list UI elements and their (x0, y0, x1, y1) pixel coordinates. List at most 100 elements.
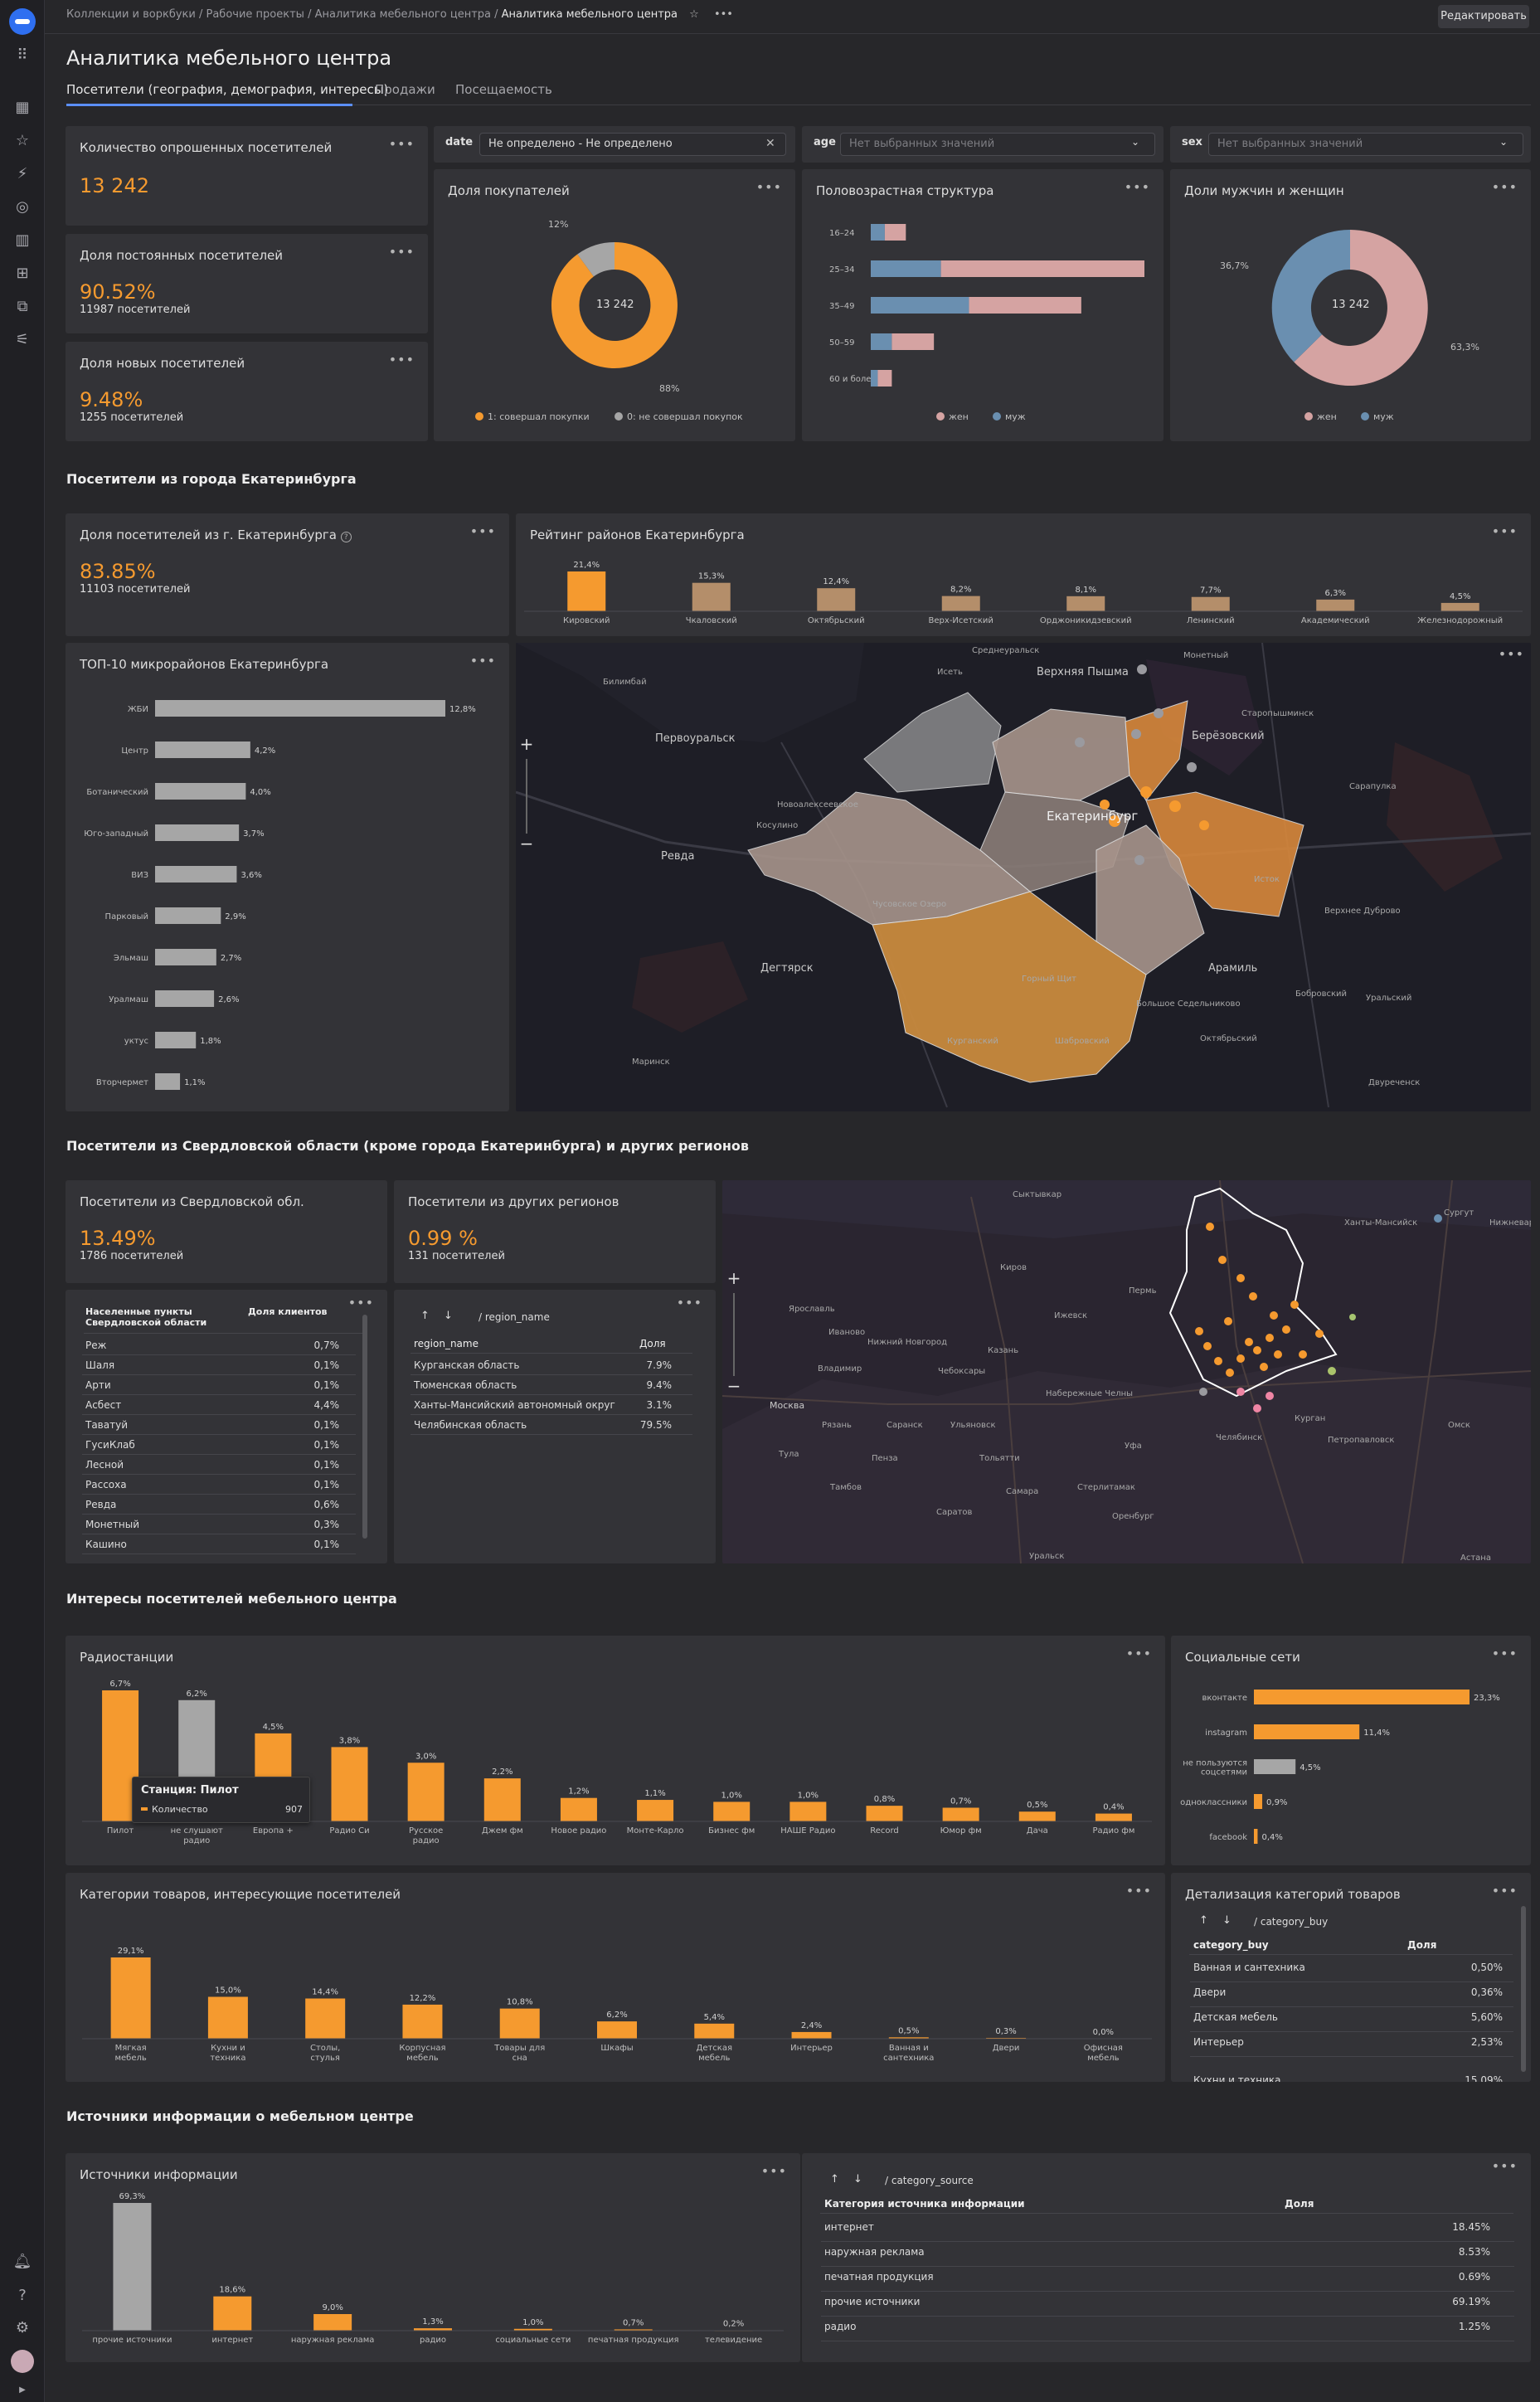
tab-sales[interactable]: Продажи (375, 82, 435, 97)
card-title: Количество опрошенных посетителей (80, 140, 333, 155)
avatar[interactable] (11, 2350, 34, 2373)
arrow-up-icon[interactable]: ↑ (420, 1310, 430, 1322)
favorites-star-icon[interactable]: ☆ (12, 131, 32, 151)
star-icon[interactable]: ☆ (689, 8, 699, 21)
more-icon[interactable]: ••• (389, 244, 415, 260)
clear-icon[interactable]: ✕ (765, 137, 775, 150)
russia-regions-map[interactable]: + − Сыктывкар Ханты-Мансийск Сургут Нижн… (722, 1180, 1531, 1563)
sex-select[interactable]: Нет выбранных значений (1208, 133, 1523, 156)
zoom-in-button[interactable]: + (517, 734, 536, 754)
map-label: Дегтярск (760, 962, 814, 975)
settings-gear-icon[interactable]: ⚙ (12, 2318, 32, 2338)
more-icon[interactable]: ••• (1492, 2158, 1518, 2174)
dashboards-icon[interactable]: ▦ (12, 98, 32, 118)
table-cell-value: 0,1% (313, 1419, 340, 1431)
zoom-out-button[interactable]: − (725, 1376, 743, 1396)
bar-male (871, 333, 892, 350)
zoom-slider[interactable] (526, 759, 527, 834)
edit-button[interactable]: Редактировать (1438, 5, 1529, 28)
chevron-down-icon[interactable]: ⌄ (1499, 136, 1508, 148)
apps-grid-icon[interactable]: ⠿ (12, 46, 32, 66)
more-icon[interactable]: ••• (714, 8, 733, 21)
map-point (1154, 708, 1164, 718)
tab-visitors[interactable]: Посетители (география, демография, интер… (66, 82, 388, 97)
help-icon[interactable]: ? (12, 2286, 32, 2306)
ekb-districts-map[interactable]: + − ••• Первоуральск Верхняя Пышма Средн… (516, 643, 1531, 1111)
map-label: Бобровский (1295, 989, 1348, 999)
category-label: Дача (1027, 1826, 1048, 1836)
column-header[interactable]: Доля (639, 1338, 666, 1349)
data-label: 1,3% (422, 2317, 443, 2327)
arrow-down-icon[interactable]: ↓ (853, 2173, 862, 2186)
map-label: Билимбай (603, 678, 647, 687)
arrow-up-icon[interactable]: ↑ (1199, 1914, 1208, 1927)
bar (1191, 596, 1230, 611)
bar (499, 2008, 540, 2039)
data-label: 1,0% (798, 1791, 819, 1800)
chevron-down-icon[interactable]: ⌄ (1131, 136, 1139, 148)
data-label: 0,9% (1266, 1798, 1287, 1807)
map-label: Пермь (1129, 1286, 1157, 1296)
table-cell-name: интернет (824, 2221, 874, 2233)
breadcrumb-item[interactable]: Коллекции и воркбуки (66, 8, 196, 21)
tab-attendance[interactable]: Посещаемость (455, 82, 552, 97)
map-label: Уральский (1366, 994, 1412, 1003)
notifications-bell-icon[interactable]: 🔔︎ (12, 2252, 32, 2272)
column-header[interactable]: Доля клиентов (248, 1306, 328, 1317)
arrow-down-icon[interactable]: ↓ (444, 1310, 453, 1322)
expand-icon[interactable]: ▶ (12, 2380, 32, 2400)
app-logo-icon[interactable] (9, 8, 36, 35)
zoom-out-button[interactable]: − (517, 834, 536, 853)
more-icon[interactable]: ••• (677, 1295, 702, 1310)
zoom-slider[interactable] (733, 1293, 735, 1376)
zoom-in-button[interactable]: + (725, 1268, 743, 1288)
kpi-value: 83.85% (80, 560, 156, 583)
data-label: 1,0% (721, 1791, 742, 1800)
column-header[interactable]: category_buy (1193, 1939, 1269, 1951)
map-label: Челябинск (1216, 1433, 1263, 1442)
more-icon[interactable]: ••• (389, 136, 415, 152)
more-icon[interactable]: ••• (1499, 646, 1524, 662)
more-icon[interactable]: ••• (1492, 1883, 1518, 1899)
bar (313, 2314, 352, 2331)
breadcrumb-item[interactable]: Аналитика мебельного центра (315, 8, 491, 21)
more-icon[interactable]: ••• (348, 1295, 374, 1310)
top10-card: ТОП-10 микрорайонов Екатеринбурга ••• ЖБ… (66, 643, 509, 1111)
column-header[interactable]: Населенные пункты Свердловской области (85, 1306, 210, 1328)
bar (155, 783, 246, 800)
category-label: радио (183, 1836, 210, 1845)
column-header[interactable]: Категория источника информации (824, 2198, 1025, 2210)
datasets-icon[interactable]: ◎ (12, 197, 32, 217)
more-icon[interactable]: ••• (470, 523, 496, 539)
nav-rail: ⠿ ▦ ☆ ⚡ ◎ ▥ ⊞ ⧉ ⚟ 🔔︎ ? ⚙ ▶ (0, 0, 45, 2402)
bar (1254, 1829, 1258, 1844)
table-icon[interactable]: ⊞ (12, 264, 32, 284)
arrow-up-icon[interactable]: ↑ (830, 2173, 839, 2186)
arrow-down-icon[interactable]: ↓ (1222, 1914, 1232, 1927)
map-point (1137, 664, 1147, 674)
map-point (1134, 855, 1144, 865)
column-header[interactable]: Доля (1407, 1939, 1436, 1951)
table-cell-value: 0,1% (313, 1439, 340, 1451)
more-icon[interactable]: ••• (389, 352, 415, 367)
age-select[interactable]: Нет выбранных значений (840, 133, 1155, 156)
connections-icon[interactable]: ⚡ (12, 164, 32, 184)
scrollbar[interactable] (1521, 1906, 1526, 2072)
settings-sliders-icon[interactable]: ⚟ (12, 330, 32, 350)
row-divider (1190, 2006, 1513, 2007)
category-label: Кировский (563, 616, 610, 625)
info-icon[interactable]: ? (340, 532, 352, 542)
category-label: Орджоникидзевский (1040, 616, 1132, 625)
category-label: 60 и более (829, 375, 877, 384)
district-zone (863, 692, 1002, 793)
scrollbar[interactable] (362, 1315, 367, 1539)
kpi-new-card: Доля новых посетителей ••• 9.48% 1255 по… (66, 342, 428, 441)
column-header[interactable]: Доля (1285, 2198, 1314, 2210)
breadcrumb-item[interactable]: Рабочие проекты (206, 8, 304, 21)
column-header[interactable]: region_name (414, 1338, 479, 1349)
date-range-input[interactable]: Не определено - Не определено (479, 133, 786, 156)
table-cell-name: Ванная и сантехника (1193, 1962, 1305, 1973)
map-point (1253, 1346, 1261, 1354)
links-icon[interactable]: ⧉ (12, 297, 32, 317)
charts-icon[interactable]: ▥ (12, 231, 32, 250)
